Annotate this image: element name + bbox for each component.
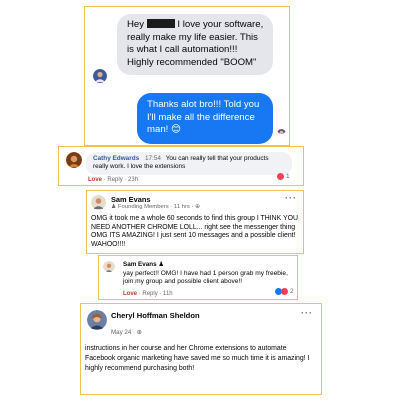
cathy-reactions[interactable]: 1	[277, 173, 290, 180]
cheryl-name[interactable]: Cheryl Hoffman Sheldon	[111, 311, 200, 320]
greeting: Hey	[127, 19, 145, 30]
sam-reply-name[interactable]: Sam Evans ♟	[123, 261, 164, 268]
love-reaction-icon	[281, 288, 288, 295]
more-options-icon[interactable]: ···	[301, 308, 313, 318]
outgoing-text: Thanks alot bro!!! Told you I'll make al…	[147, 99, 260, 135]
sam-reaction-count: 2	[290, 288, 294, 295]
redacted-name	[146, 19, 175, 28]
globe-icon: ⊕	[136, 329, 142, 336]
seen-avatar-image	[277, 129, 286, 134]
sam-reactions[interactable]: 2	[275, 288, 294, 295]
cathy-reply-link[interactable]: Reply	[107, 177, 122, 183]
avatar-image	[93, 69, 107, 83]
sam-reply-link[interactable]: Reply	[142, 291, 157, 297]
cathy-name[interactable]: Cathy Edwards	[93, 155, 139, 162]
sam-reply-ago: 11h	[163, 291, 173, 297]
reply-sam-card: Sam Evans ♟ yay perfect!! OMG! I have ha…	[98, 255, 298, 300]
sam-love-link[interactable]: Love	[123, 291, 137, 297]
cathy-comment-bubble: Cathy Edwards 17:54 You can really tell …	[86, 152, 292, 175]
sam-reply-avatar[interactable]	[103, 260, 115, 272]
cathy-actions: Love · Reply · 23h	[88, 177, 139, 183]
sam-time[interactable]: 11 hrs	[174, 204, 190, 210]
comment-cathy-card: Cathy Edwards 17:54 You can really tell …	[58, 146, 304, 186]
sam-avatar[interactable]	[91, 195, 106, 210]
sam-reply-name-text[interactable]: Sam Evans	[123, 261, 157, 268]
more-options-icon[interactable]: ···	[285, 193, 297, 203]
cathy-avatar[interactable]	[66, 152, 82, 168]
sam-badge[interactable]: Founding Members	[118, 204, 169, 210]
cheryl-date[interactable]: May 24	[111, 329, 131, 336]
sender-avatar[interactable]	[93, 69, 107, 83]
cheryl-meta: May 24 · ⊕	[111, 329, 142, 336]
incoming-message: Hey I love your software, really make my…	[117, 14, 273, 75]
sam-reply-actions: Love · Reply · 11h	[123, 291, 173, 297]
messenger-card: Hey I love your software, really make my…	[84, 6, 290, 146]
seen-avatar	[277, 125, 286, 134]
badge-icon: ♟	[111, 204, 117, 210]
post-cheryl-card: Cheryl Hoffman Sheldon ··· May 24 · ⊕ in…	[80, 303, 322, 395]
cathy-time: 17:54	[144, 155, 161, 162]
sam-name[interactable]: Sam Evans	[111, 195, 150, 204]
globe-icon: ⊕	[195, 204, 201, 210]
cheryl-avatar-image	[87, 310, 107, 330]
cheryl-avatar[interactable]	[87, 310, 107, 330]
cathy-reaction-count: 1	[286, 173, 290, 180]
cathy-avatar-image	[66, 152, 82, 168]
smile-emoji: 😊	[171, 124, 182, 135]
sam-reply-avatar-image	[103, 261, 115, 272]
badge-icon: ♟	[158, 261, 165, 268]
love-reaction-icon	[277, 173, 284, 180]
sam-meta: ♟ Founding Members · 11 hrs · ⊕	[111, 204, 201, 210]
sam-avatar-image	[91, 195, 106, 210]
cheryl-post-text: instructions in her course and her Chrom…	[85, 345, 310, 372]
post-sam-card: Sam Evans ♟ Founding Members · 11 hrs · …	[86, 190, 304, 254]
cathy-love-link[interactable]: Love	[88, 177, 102, 183]
outgoing-message: Thanks alot bro!!! Told you I'll make al…	[137, 93, 273, 144]
cathy-ago: 23h	[128, 177, 139, 183]
sam-post-text: OMG it took me a whole 60 seconds to fin…	[91, 215, 298, 248]
sam-reply-text: yay perfect!! OMG! I have had 1 person g…	[123, 270, 288, 286]
